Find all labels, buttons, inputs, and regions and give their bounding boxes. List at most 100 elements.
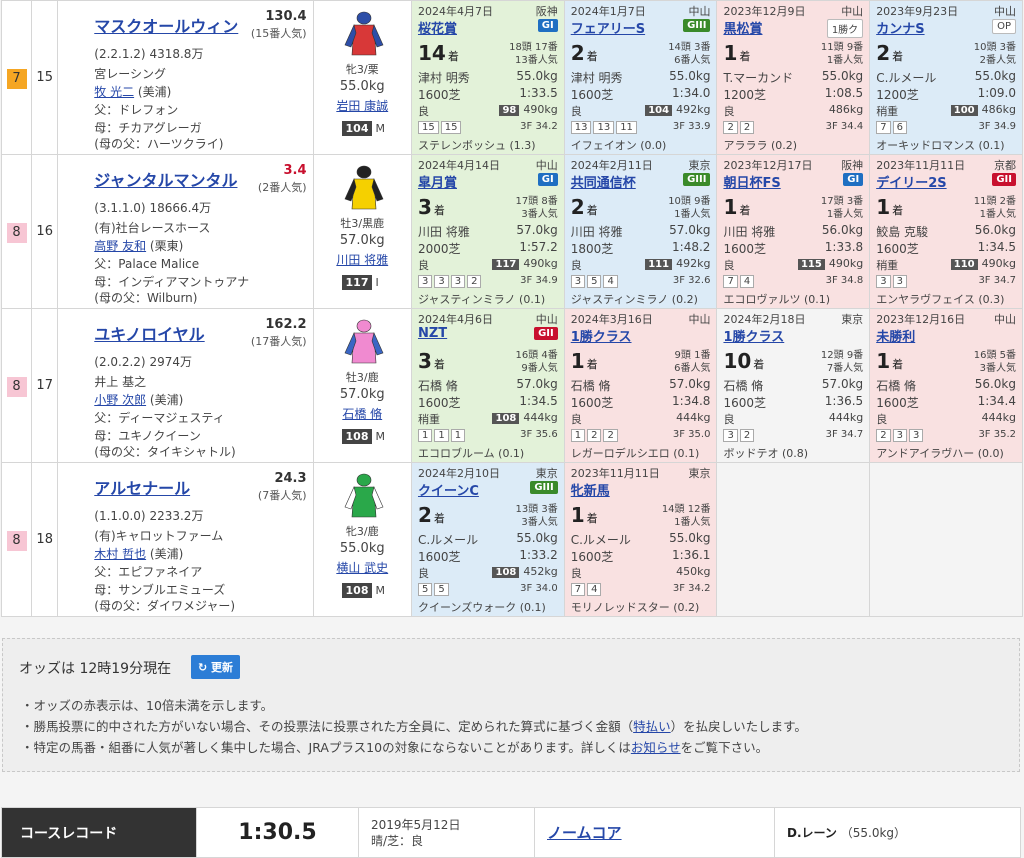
notice-link[interactable]: お知らせ [631, 740, 681, 755]
last-3f: 3F 34.0 [520, 583, 558, 594]
race-record: (1.1.0.0) 2233.2万 [94, 507, 203, 524]
past-race-name-link[interactable]: 黒松賞 [723, 18, 762, 37]
past-race-venue: 中山 [535, 313, 558, 326]
field-info: 10頭 3番 2番人気 [974, 41, 1016, 67]
horse-info: アルセナール 24.3 (7番人気) (1.1.0.0) 2233.2万 (有)キャロッ… [57, 462, 314, 617]
finish-suffix: 着 [433, 204, 445, 217]
past-race-cell[interactable]: 2023年11月11日 京都 デイリー2S GII 1 着 11頭 2番 1番人気 鮫島 克駿 5… [869, 154, 1023, 309]
jockey-cell: 牝3/栗 55.0kg 岩田 康誠 104 M [312, 0, 412, 155]
trainer-link[interactable]: 木村 哲也 [94, 547, 146, 561]
past-race-cell[interactable]: 2024年1月7日 中山 フェアリーS GIII 2 着 14頭 3番 6番人気 津村 明秀 55… [563, 0, 718, 155]
past-race-name-link[interactable]: 朝日杯FS [723, 172, 780, 191]
past-jockey: T.マーカンド [723, 71, 794, 85]
past-race-name-link[interactable]: 1勝クラス [723, 326, 784, 345]
past-race-cell[interactable]: 2024年2月11日 東京 共同通信杯 GIII 2 着 10頭 9番 1番人気 川田 将雅 57… [563, 154, 718, 309]
past-race-name-link[interactable]: 皐月賞 [418, 172, 457, 191]
record-text: (2.2.1.2) [94, 47, 146, 61]
update-button[interactable]: ↻ 更新 [191, 655, 241, 679]
past-race-cell[interactable]: 2023年12月16日 中山 未勝利 1 着 16頭 5番 3番人気 石橋 脩 56.0kg 16… [869, 308, 1023, 463]
horse-name-link[interactable]: ジャンタルマンタル [94, 167, 237, 191]
past-race-cell[interactable]: 2024年2月18日 東京 1勝クラス 10 着 12頭 9番 7番人気 石橋 脩 57.0kg… [716, 308, 871, 463]
horse-name-link[interactable]: ユキノロイヤル [94, 321, 204, 345]
corner-positions: 111 [417, 429, 467, 442]
past-race-name-link[interactable]: 未勝利 [876, 326, 915, 345]
popularity: (17番人気) [250, 335, 307, 348]
corner-positions: 55 [417, 583, 451, 596]
field-info: 16頭 4番 9番人気 [515, 349, 557, 375]
past-race-cell[interactable]: 2024年3月16日 中山 1勝クラス 1 着 9頭 1番 6番人気 石橋 脩 57.0kg 16… [563, 308, 718, 463]
past-race-cell[interactable]: 2024年4月7日 阪神 桜花賞 GI 14 着 18頭 17番 13番人気 津村 明秀 55.0… [410, 0, 565, 155]
odds-value: 3.4 [283, 163, 307, 178]
past-race-cell[interactable]: 2024年4月6日 中山 NZT GII 3 着 16頭 4番 9番人気 石橋 脩 57.0kg 1… [410, 308, 565, 463]
jockey-link[interactable]: 川田 将雅 [314, 251, 411, 268]
field-line: 17頭 3番 [820, 196, 864, 207]
winner-name: オーキッドロマンス (0.1) [876, 139, 1005, 152]
past-race-name-link[interactable]: 牝新馬 [571, 480, 610, 499]
winner-name: モリノレッドスター (0.2) [570, 601, 700, 614]
horse-name-link[interactable]: アルセナール [94, 475, 190, 499]
body-weight: 110 490kg [950, 257, 1016, 270]
past-race-venue: 中山 [535, 159, 558, 172]
past-race-name-link[interactable]: カンナS [876, 18, 924, 37]
grade-badge: OP [992, 19, 1016, 34]
finish-suffix: 着 [739, 50, 751, 63]
horse-name-link[interactable]: マスクオールウィン [94, 13, 238, 37]
popularity: (15番人気) [250, 27, 307, 40]
field-info: 12頭 9番 7番人気 [821, 349, 863, 375]
body-weight-value: 452kg [523, 565, 558, 578]
last-3f: 3F 34.7 [825, 429, 864, 440]
grade-badge: GI [537, 173, 558, 186]
note-special-payout: ・勝馬投票に的中された方がいない場合、その投票法に投票された方全員に、定められた… [21, 719, 807, 734]
past-race-name-link[interactable]: デイリー2S [876, 172, 946, 191]
field-line: 16頭 4番 [515, 350, 558, 361]
past-race-name-link[interactable]: NZT [418, 326, 447, 341]
trainer-link[interactable]: 牧 光二 [94, 85, 134, 99]
past-race-cell[interactable]: 2023年12月9日 中山 黒松賞 1勝ク 1 着 11頭 9番 1番人気 T.マーカンド 55.… [716, 0, 871, 155]
trainer-link[interactable]: 高野 友和 [94, 239, 146, 253]
past-race-cell[interactable]: 2024年4月14日 中山 皐月賞 GI 3 着 17頭 8番 3番人気 川田 将雅 57.0kg… [410, 154, 565, 309]
body-weight: 100 486kg [950, 103, 1016, 116]
body-weight: 117 490kg [492, 257, 558, 270]
odds-value: 24.3 [274, 471, 307, 486]
past-race-name-link[interactable]: クイーンC [418, 480, 479, 499]
field-line: 1番人気 [826, 55, 864, 66]
past-weight: 55.0kg [821, 69, 864, 83]
past-jockey: 石橋 脩 [417, 379, 458, 393]
past-race-name-link[interactable]: フェアリーS [571, 18, 645, 37]
trainer-link[interactable]: 小野 次郎 [94, 393, 146, 407]
special-payout-link[interactable]: 特払い [633, 719, 671, 734]
past-weight: 55.0kg [516, 69, 558, 83]
past-race-name-link[interactable]: 共同通信杯 [571, 172, 636, 191]
past-race-cell[interactable]: 2023年9月23日 中山 カンナS OP 2 着 10頭 3番 2番人気 C.ルメール 55.0… [869, 0, 1023, 155]
corner-position: 3 [876, 275, 891, 288]
finish-position: 1着 [876, 349, 903, 373]
past-race-date: 2024年2月11日 [570, 159, 653, 172]
past-race-cell[interactable]: 2023年11月11日 東京 牝新馬 1 着 14頭 12番 1番人気 C.ルメール 55.0k… [563, 462, 718, 617]
finish-suffix: 着 [586, 204, 598, 217]
jockey-link[interactable]: 石橋 脩 [314, 405, 411, 422]
past-race-date: 2024年2月10日 [417, 467, 500, 480]
finish-number: 2 [417, 503, 432, 527]
past-race-name-link[interactable]: 1勝クラス [571, 326, 632, 345]
trainer: 牧 光二 (美浦) [94, 83, 171, 100]
jockey-link[interactable]: 横山 武史 [314, 559, 411, 576]
past-race-venue: 中山 [688, 5, 711, 18]
course-record-horse[interactable]: ノームコア [534, 807, 775, 858]
waku-cell: 8 [0, 154, 33, 309]
past-race-cell[interactable]: 2024年2月10日 東京 クイーンC GIII 2 着 13頭 3番 3番人気 C.ルメール 5… [410, 462, 565, 617]
waku-badge: 8 [6, 222, 27, 243]
past-race-venue: 中山 [994, 5, 1016, 18]
past-race-cell[interactable]: 2023年12月17日 阪神 朝日杯FS GI 1 着 17頭 3番 1番人気 川田 将雅 56.… [716, 154, 871, 309]
horse-info: ジャンタルマンタル 3.4 (2番人気) (3.1.1.0) 18666.4万 (有)社… [57, 154, 314, 309]
past-race-name-link[interactable]: 桜花賞 [418, 18, 457, 37]
field-line: 1番人気 [674, 209, 711, 220]
corner-positions: 15 15 [417, 121, 463, 134]
distance: 2000芝 [417, 242, 461, 256]
grade-badge: GIII [683, 173, 711, 186]
corner-position: 13 [570, 121, 592, 134]
past-race-venue: 東京 [841, 313, 864, 326]
finish-number: 14 [417, 41, 446, 65]
corner-position: 13 [593, 121, 615, 134]
popularity: (2番人気) [257, 181, 307, 194]
jockey-link[interactable]: 岩田 康誠 [314, 97, 411, 114]
